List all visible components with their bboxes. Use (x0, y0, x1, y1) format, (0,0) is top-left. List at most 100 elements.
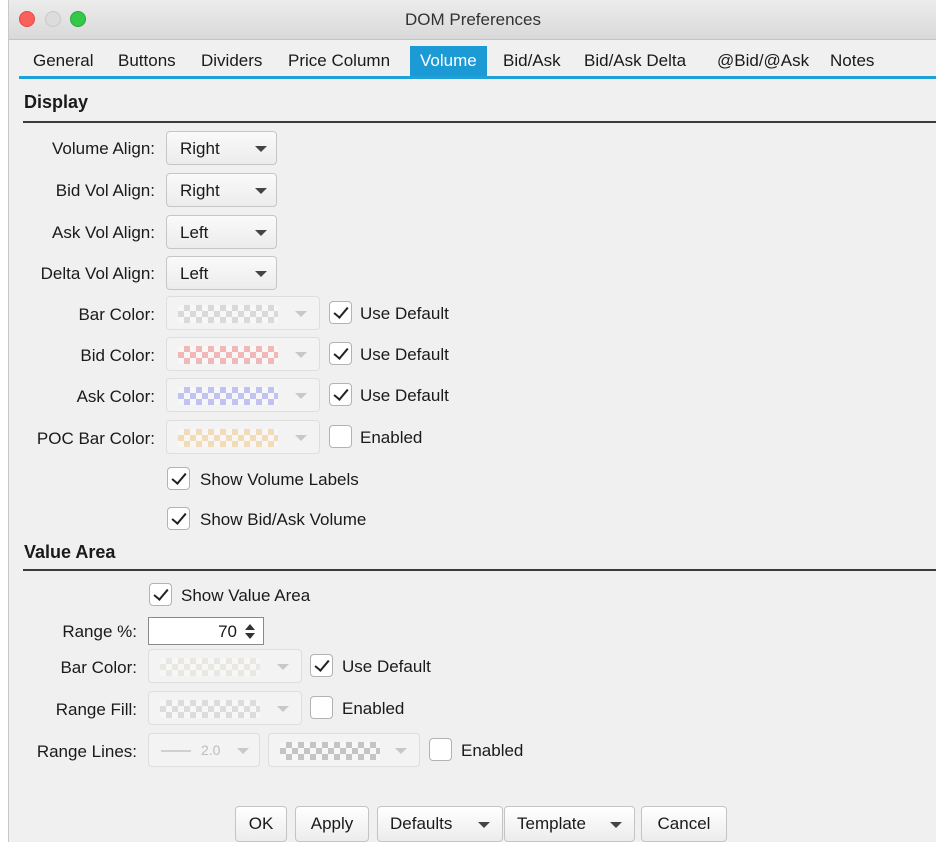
delta-vol-align-dropdown[interactable]: Left (166, 256, 277, 290)
tab-notes[interactable]: Notes (830, 46, 874, 76)
chevron-down-icon (255, 146, 267, 152)
ask-vol-align-label: Ask Vol Align: (51, 223, 155, 242)
chevron-down-icon (277, 706, 289, 712)
template-button-label: Template (517, 814, 586, 833)
volume-align-value: Right (180, 139, 220, 158)
preferences-window: DOM Preferences General Buttons Dividers… (8, 0, 936, 842)
checkmark-icon (171, 469, 187, 485)
range-fill-enabled-label: Enabled (342, 699, 405, 718)
bar-color-use-default-checkbox[interactable] (329, 301, 352, 324)
tab-at-bid-at-ask[interactable]: @Bid/@Ask (717, 46, 809, 76)
poc-bar-color-enabled-checkbox[interactable] (329, 425, 352, 448)
range-lines-width-dropdown[interactable]: 2.0 (148, 733, 260, 767)
tab-bid-ask-delta[interactable]: Bid/Ask Delta (584, 46, 686, 76)
display-divider (23, 121, 936, 123)
chevron-down-icon (255, 188, 267, 194)
range-lines-enabled-checkbox[interactable] (429, 738, 452, 761)
tab-buttons[interactable]: Buttons (118, 46, 176, 76)
range-lines-enabled-label: Enabled (461, 741, 524, 760)
ask-color-use-default-checkbox[interactable] (329, 383, 352, 406)
poc-bar-color-swatch (178, 429, 278, 447)
tab-dividers[interactable]: Dividers (201, 46, 262, 76)
volume-align-dropdown[interactable]: Right (166, 131, 277, 165)
show-bid-ask-volume-label: Show Bid/Ask Volume (200, 510, 367, 529)
ask-vol-align-value: Left (180, 223, 209, 242)
ask-color-picker[interactable] (166, 378, 320, 412)
bid-color-swatch (178, 346, 278, 364)
bar-color-picker[interactable] (166, 296, 320, 330)
chevron-down-icon (478, 822, 490, 828)
range-pct-value: 70 (218, 622, 237, 641)
poc-bar-color-label: POC Bar Color: (36, 429, 155, 448)
bid-vol-align-dropdown[interactable]: Right (166, 173, 277, 207)
va-bar-color-use-default-checkbox[interactable] (310, 654, 333, 677)
range-lines-color-swatch (280, 742, 380, 760)
bid-color-use-default-checkbox[interactable] (329, 342, 352, 365)
window-title: DOM Preferences (404, 10, 542, 29)
chevron-down-icon (277, 664, 289, 670)
value-area-divider (23, 569, 936, 571)
checkmark-icon (153, 585, 169, 601)
range-fill-enabled-checkbox[interactable] (310, 696, 333, 719)
bid-color-picker[interactable] (166, 337, 320, 371)
range-pct-label: Range %: (62, 622, 137, 641)
bid-vol-align-value: Right (180, 181, 220, 200)
value-area-section-title: Value Area (24, 542, 116, 562)
display-section-title: Display (24, 92, 89, 112)
ask-vol-align-dropdown[interactable]: Left (166, 215, 277, 249)
tab-bar: General Buttons Dividers Price Column Vo… (19, 46, 936, 79)
spinner-down-icon[interactable] (245, 633, 255, 639)
poc-bar-color-enabled-label: Enabled (360, 428, 423, 447)
bid-vol-align-label: Bid Vol Align: (55, 181, 155, 200)
ok-button[interactable]: OK (235, 806, 287, 842)
defaults-dropdown-button[interactable]: Defaults (377, 806, 503, 842)
va-bar-color-picker[interactable] (148, 649, 302, 683)
tab-volume[interactable]: Volume (410, 46, 487, 76)
apply-button[interactable]: Apply (295, 806, 369, 842)
range-fill-swatch (160, 700, 260, 718)
bid-color-use-default-label: Use Default (360, 345, 449, 364)
show-bid-ask-volume-checkbox[interactable] (167, 507, 190, 530)
delta-vol-align-value: Left (180, 264, 209, 283)
checkmark-icon (314, 656, 330, 672)
range-lines-color-picker[interactable] (268, 733, 420, 767)
template-dropdown-button[interactable]: Template (504, 806, 635, 842)
tab-bid-ask[interactable]: Bid/Ask (503, 46, 561, 76)
show-value-area-checkbox[interactable] (149, 583, 172, 606)
ask-color-use-default-label: Use Default (360, 386, 449, 405)
checkmark-icon (171, 509, 187, 525)
chevron-down-icon (295, 311, 307, 317)
title-bar: DOM Preferences (9, 0, 936, 40)
poc-bar-color-picker[interactable] (166, 420, 320, 454)
chevron-down-icon (295, 435, 307, 441)
checkmark-icon (333, 344, 349, 360)
show-volume-labels-label: Show Volume Labels (200, 470, 359, 489)
range-lines-width-value: 2.0 (201, 742, 221, 758)
bar-color-label: Bar Color: (78, 305, 155, 324)
va-bar-color-use-default-label: Use Default (342, 657, 431, 676)
bar-color-swatch (178, 305, 278, 323)
range-pct-spinner[interactable]: 70 (148, 617, 264, 645)
checkmark-icon (333, 303, 349, 319)
chevron-down-icon (295, 393, 307, 399)
ask-color-swatch (178, 387, 278, 405)
chevron-down-icon (255, 230, 267, 236)
chevron-down-icon (610, 822, 622, 828)
chevron-down-icon (395, 748, 407, 754)
show-value-area-label: Show Value Area (181, 586, 311, 605)
chevron-down-icon (295, 352, 307, 358)
delta-vol-align-label: Delta Vol Align: (40, 264, 155, 283)
defaults-button-label: Defaults (390, 814, 453, 833)
va-bar-color-label: Bar Color: (60, 658, 137, 677)
va-bar-color-swatch (160, 658, 260, 676)
spinner-up-icon[interactable] (245, 624, 255, 630)
chevron-down-icon (237, 748, 249, 754)
bid-color-label: Bid Color: (80, 346, 155, 365)
range-fill-picker[interactable] (148, 691, 302, 725)
bar-color-use-default-label: Use Default (360, 304, 449, 323)
cancel-button[interactable]: Cancel (641, 806, 727, 842)
tab-price-column[interactable]: Price Column (288, 46, 390, 76)
show-volume-labels-checkbox[interactable] (167, 467, 190, 490)
tab-general[interactable]: General (33, 46, 93, 76)
chevron-down-icon (255, 271, 267, 277)
